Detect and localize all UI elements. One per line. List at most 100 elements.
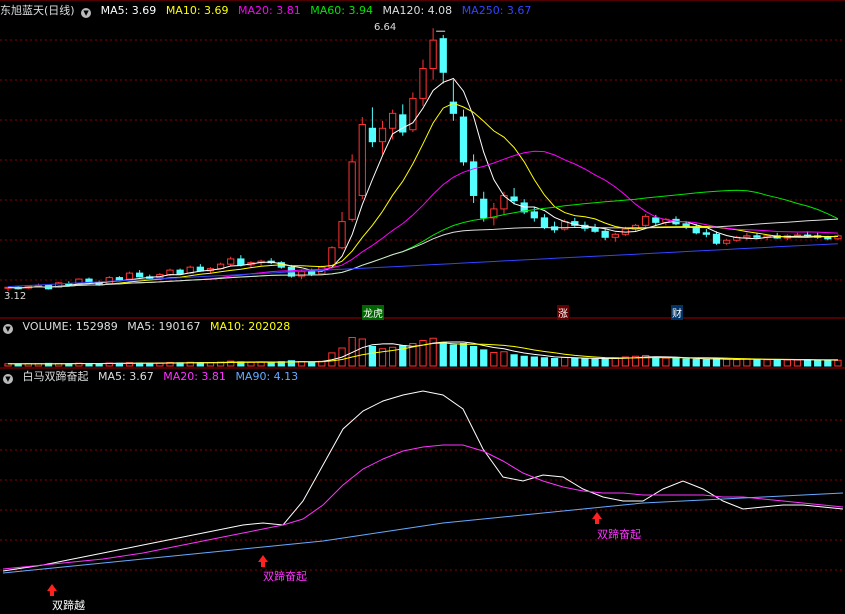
volume-bar bbox=[662, 357, 670, 367]
volume-bar bbox=[561, 356, 569, 367]
volume-bar bbox=[722, 358, 731, 367]
volume-bar bbox=[540, 357, 549, 367]
volume-bar bbox=[753, 358, 761, 367]
volume-bar bbox=[773, 359, 781, 367]
ma250-value-label: MA250: 3.67 bbox=[461, 4, 532, 17]
candle-body bbox=[338, 221, 346, 249]
volume-bar bbox=[469, 346, 478, 367]
candle-body bbox=[125, 272, 134, 280]
candle-body bbox=[409, 97, 417, 131]
signal-label-2: 双蹄奋起 bbox=[263, 570, 307, 583]
volume-bar bbox=[308, 361, 316, 367]
ma20-line bbox=[8, 150, 838, 289]
chart-canvas bbox=[0, 0, 845, 596]
ma20-value-label: MA20: 3.81 bbox=[238, 4, 301, 17]
price-indicator-toggle-icon[interactable]: ▼ bbox=[81, 8, 92, 18]
volume-indicator-toggle-icon[interactable]: ▼ bbox=[3, 324, 13, 334]
volume-bar bbox=[682, 358, 690, 367]
candle-body bbox=[348, 161, 356, 220]
candle-body bbox=[652, 217, 660, 223]
volume-bar bbox=[733, 359, 741, 367]
candle-body bbox=[753, 235, 761, 238]
signal-label-3: 双蹄奋起 bbox=[597, 528, 641, 541]
candle-body bbox=[712, 233, 721, 244]
signal-label-1: 双蹄越 bbox=[52, 599, 85, 612]
candle-body bbox=[237, 258, 245, 266]
indicator-ma90-line bbox=[2, 492, 844, 574]
candle-body bbox=[105, 277, 113, 285]
candle-body bbox=[722, 239, 731, 244]
volume-bar bbox=[652, 356, 660, 367]
signal-arrow-icon bbox=[258, 555, 268, 567]
candle-body bbox=[459, 116, 468, 163]
candle-body bbox=[378, 127, 387, 143]
indicator-ma5-label: MA5: 3.67 bbox=[98, 370, 154, 383]
stock-title: 东旭蓝天(日线) bbox=[0, 4, 75, 17]
candle-body bbox=[540, 217, 549, 228]
candle-body bbox=[196, 266, 204, 272]
high-price-label: 6.64 bbox=[374, 22, 397, 33]
candle-body bbox=[611, 233, 619, 238]
ma250-line bbox=[8, 243, 838, 288]
volume-bar bbox=[571, 357, 579, 367]
candle-body bbox=[135, 272, 144, 278]
volume-bar bbox=[267, 361, 275, 367]
volume-bar bbox=[591, 358, 599, 367]
candle-body bbox=[601, 230, 609, 238]
volume-bar bbox=[247, 361, 255, 367]
chart-window: 东旭蓝天(日线) ▼ MA5: 3.69 MA10: 3.69 MA20: 3.… bbox=[0, 0, 845, 614]
volume-bar bbox=[692, 358, 700, 367]
indicator-ma90-label: MA90: 4.13 bbox=[235, 370, 299, 383]
volume-bar bbox=[712, 358, 721, 367]
volume-bar bbox=[257, 361, 265, 367]
candle-body bbox=[115, 277, 124, 281]
volume-bar bbox=[793, 359, 802, 367]
candle-body bbox=[824, 236, 832, 240]
candle-body bbox=[176, 269, 184, 275]
ma120-value-label: MA120: 4.08 bbox=[382, 4, 453, 17]
indicator-ma5-line bbox=[2, 390, 844, 572]
volume-bar bbox=[358, 338, 366, 367]
candle-body bbox=[419, 68, 427, 99]
ma5-value-label: MA5: 3.69 bbox=[100, 4, 157, 17]
indicator-toggle-icon[interactable]: ▼ bbox=[3, 374, 13, 384]
signal-arrow-icon bbox=[592, 512, 602, 524]
volume-bar bbox=[814, 359, 822, 367]
volume-bar bbox=[834, 359, 842, 367]
volume-bar bbox=[702, 359, 711, 367]
indicator-ma20-line bbox=[2, 444, 844, 570]
volume-bar bbox=[500, 351, 508, 367]
volume-bar bbox=[783, 359, 791, 367]
volume-ma5-label: MA5: 190167 bbox=[127, 320, 201, 333]
candle-body bbox=[227, 258, 235, 265]
indicator-panel-header: ▼ 白马双蹄奋起 MA5: 3.67 MA20: 3.81 MA90: 4.13 bbox=[0, 369, 304, 385]
candle-body bbox=[469, 161, 478, 196]
low-price-label: 3.12 bbox=[4, 291, 27, 302]
volume-bar bbox=[439, 342, 447, 367]
event-marker-limit-up[interactable]: 涨 bbox=[557, 305, 569, 320]
volume-value-label: VOLUME: 152989 bbox=[22, 320, 118, 333]
candle-body bbox=[743, 235, 751, 238]
candle-body bbox=[510, 196, 518, 202]
ma10-line bbox=[8, 102, 838, 289]
candle-body bbox=[530, 211, 538, 219]
ma60-value-label: MA60: 3.94 bbox=[310, 4, 373, 17]
volume-bar bbox=[581, 358, 589, 367]
volume-bar bbox=[368, 346, 377, 367]
volume-bar bbox=[601, 358, 609, 367]
volume-bar bbox=[530, 356, 538, 367]
volume-bar bbox=[803, 359, 812, 367]
candle-body bbox=[429, 39, 437, 70]
volume-bar bbox=[480, 349, 488, 367]
event-marker-dragon-tiger[interactable]: 龙虎 bbox=[362, 305, 384, 320]
candle-body bbox=[389, 112, 397, 129]
ma5-line bbox=[8, 77, 838, 289]
candle-body bbox=[439, 38, 447, 73]
volume-bar bbox=[449, 344, 457, 367]
candle-body bbox=[591, 227, 599, 232]
ma10-value-label: MA10: 3.69 bbox=[165, 4, 229, 17]
volume-bar bbox=[824, 359, 832, 367]
event-marker-finance[interactable]: 财 bbox=[671, 305, 683, 320]
volume-ma10-label: MA10: 202028 bbox=[209, 320, 291, 333]
volume-bar bbox=[459, 343, 468, 367]
